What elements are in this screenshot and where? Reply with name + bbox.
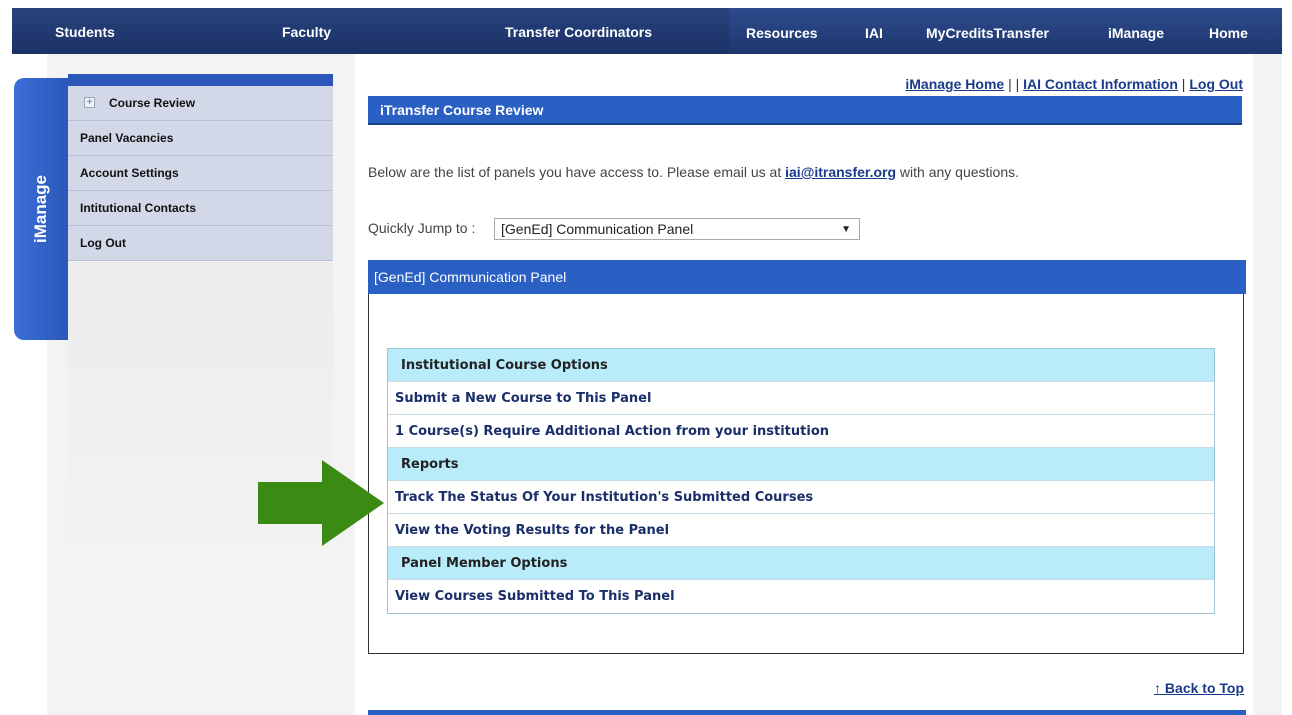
top-links: iManage Home | | IAI Contact Information… <box>905 76 1243 92</box>
options-section-header: Panel Member Options <box>388 547 1214 580</box>
imanage-side-tab[interactable]: iManage <box>14 78 68 340</box>
options-section-header: Institutional Course Options <box>388 349 1214 382</box>
imanage-home-link[interactable]: iManage Home <box>905 76 1004 92</box>
footer-bar <box>368 710 1246 715</box>
email-link[interactable]: iai@itransfer.org <box>785 164 896 180</box>
sidebar-top-bar <box>68 74 333 86</box>
nav-mycreditstransfer[interactable]: MyCreditsTransfer <box>926 25 1049 41</box>
sidebar-item-label: Course Review <box>109 96 196 110</box>
panel-options-list: Institutional Course Options Submit a New… <box>387 348 1215 614</box>
nav-resources[interactable]: Resources <box>746 25 818 41</box>
nav-students[interactable]: Students <box>55 24 115 40</box>
nav-iai[interactable]: IAI <box>865 25 883 41</box>
options-section-header: Reports <box>388 448 1214 481</box>
panel-header: [GenEd] Communication Panel <box>368 260 1246 294</box>
iai-contact-link[interactable]: IAI Contact Information <box>1023 76 1178 92</box>
panel-jump-selected-value: [GenEd] Communication Panel <box>501 221 694 237</box>
nav-imanage[interactable]: iManage <box>1108 25 1164 41</box>
intro-text-after: with any questions. <box>896 164 1019 180</box>
imanage-side-tab-label: iManage <box>31 174 50 244</box>
sidebar-item-log-out[interactable]: Log Out <box>68 226 333 261</box>
triangle-down-icon: ▼ <box>841 224 851 235</box>
sidebar-item-course-review[interactable]: + Course Review <box>68 86 333 121</box>
top-navigation: Students Faculty Transfer Coordinators R… <box>12 8 1282 54</box>
sidebar-item-panel-vacancies[interactable]: Panel Vacancies <box>68 121 333 156</box>
option-link[interactable]: Submit a New Course to This Panel <box>388 382 1214 415</box>
logout-link[interactable]: Log Out <box>1189 76 1243 92</box>
panel-jump-select[interactable]: [GenEd] Communication Panel ▼ <box>494 218 860 240</box>
sidebar-item-account-settings[interactable]: Account Settings <box>68 156 333 191</box>
sidebar-item-institutional-contacts[interactable]: Intitutional Contacts <box>68 191 333 226</box>
intro-text: Below are the list of panels you have ac… <box>368 164 1019 180</box>
page-title: iTransfer Course Review <box>368 96 1242 125</box>
green-arrow-icon <box>258 460 384 546</box>
option-link[interactable]: 1 Course(s) Require Additional Action fr… <box>388 415 1214 448</box>
intro-text-before: Below are the list of panels you have ac… <box>368 164 786 180</box>
nav-home[interactable]: Home <box>1209 25 1248 41</box>
option-link[interactable]: Track The Status Of Your Institution's S… <box>388 481 1214 514</box>
link-separator: | <box>1177 76 1190 92</box>
link-separator: | | <box>1004 76 1024 92</box>
plus-box-icon[interactable]: + <box>84 97 95 109</box>
option-link[interactable]: View the Voting Results for the Panel <box>388 514 1214 547</box>
nav-transfer-coordinators[interactable]: Transfer Coordinators <box>505 24 652 40</box>
option-link[interactable]: View Courses Submitted To This Panel <box>388 580 1214 613</box>
back-to-top-link[interactable]: ↑ Back to Top <box>1154 680 1244 696</box>
sidebar: + Course Review Panel Vacancies Account S… <box>68 74 333 261</box>
jump-label: Quickly Jump to : <box>368 220 476 236</box>
nav-faculty[interactable]: Faculty <box>282 24 331 40</box>
